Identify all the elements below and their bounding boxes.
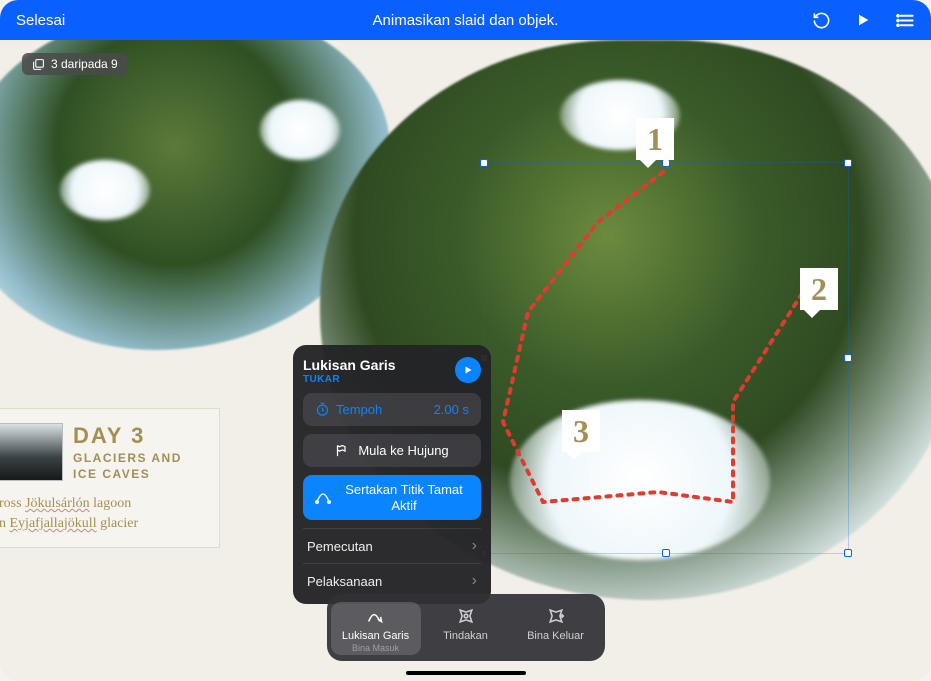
delivery-label: Pelaksanaan bbox=[307, 574, 382, 589]
flag-icon bbox=[335, 443, 350, 458]
marker-2-label: 2 bbox=[811, 271, 827, 308]
list-icon[interactable] bbox=[895, 10, 915, 30]
day-info-card[interactable]: DAY 3 GLACIERS AND ICE CAVES ross Jökuls… bbox=[0, 408, 220, 548]
glacier-nw2 bbox=[260, 100, 340, 160]
action-icon bbox=[425, 604, 507, 628]
marker-1-label: 1 bbox=[647, 121, 663, 158]
animation-name: Lukisan Garis bbox=[303, 357, 396, 373]
slide-counter-chip[interactable]: 3 daripada 9 bbox=[22, 53, 128, 75]
acceleration-label: Pemecutan bbox=[307, 539, 373, 554]
direction-row[interactable]: Mula ke Hujung bbox=[303, 434, 481, 467]
toolbar-title: Animasikan slaid dan objek. bbox=[0, 12, 931, 29]
delivery-row[interactable]: Pelaksanaan › bbox=[303, 563, 481, 598]
resize-handle-tm[interactable] bbox=[662, 159, 670, 167]
toolbar: Selesai Animasikan slaid dan objek. bbox=[0, 0, 931, 40]
day-subtitle: GLACIERS AND ICE CAVES bbox=[73, 451, 205, 482]
acceleration-row[interactable]: Pemecutan › bbox=[303, 528, 481, 563]
day-thumbnail bbox=[0, 423, 63, 481]
selection-frame[interactable] bbox=[483, 162, 849, 554]
undo-icon[interactable] bbox=[811, 10, 831, 30]
animation-inspector: Lukisan Garis TUKAR Tempoh 2.00 s Mula k… bbox=[293, 345, 491, 604]
animation-type-toolbar: Lukisan Garis Bina Masuk Tindakan Bina K… bbox=[327, 594, 605, 661]
chevron-right-icon: › bbox=[472, 572, 477, 590]
resize-handle-mr[interactable] bbox=[844, 354, 852, 362]
change-animation-button[interactable]: TUKAR bbox=[303, 374, 396, 385]
done-button[interactable]: Selesai bbox=[16, 12, 65, 29]
slide-counter-text: 3 daripada 9 bbox=[51, 57, 118, 71]
action-tab[interactable]: Tindakan bbox=[421, 602, 511, 655]
build-out-label: Bina Keluar bbox=[515, 630, 597, 642]
action-label: Tindakan bbox=[425, 630, 507, 642]
build-in-icon bbox=[335, 604, 417, 628]
build-in-label: Lukisan Garis bbox=[335, 630, 417, 642]
day-title: DAY 3 bbox=[73, 423, 205, 449]
clock-icon bbox=[315, 402, 330, 417]
build-out-tab[interactable]: Bina Keluar bbox=[511, 602, 601, 655]
build-in-tab[interactable]: Lukisan Garis Bina Masuk bbox=[331, 602, 421, 655]
resize-handle-tl[interactable] bbox=[480, 159, 488, 167]
include-endpoint-row[interactable]: Sertakan Titik Tamat Aktif bbox=[303, 475, 481, 520]
day-body-text: ross Jökulsárlón lagoon n Eyjafjallajöku… bbox=[0, 494, 205, 533]
play-icon bbox=[462, 364, 474, 376]
marker-3-label: 3 bbox=[573, 413, 589, 450]
resize-handle-br[interactable] bbox=[844, 549, 852, 557]
duration-value: 2.00 s bbox=[434, 402, 469, 417]
build-in-sublabel: Bina Masuk bbox=[335, 643, 417, 653]
home-indicator[interactable] bbox=[406, 671, 526, 675]
resize-handle-bm[interactable] bbox=[662, 549, 670, 557]
toolbar-right bbox=[811, 10, 915, 30]
map-marker-2[interactable]: 2 bbox=[800, 268, 838, 310]
include-endpoint-label: Sertakan Titik Tamat Aktif bbox=[339, 482, 469, 513]
chevron-right-icon: › bbox=[472, 537, 477, 555]
map-marker-3[interactable]: 3 bbox=[562, 410, 600, 452]
play-icon[interactable] bbox=[853, 10, 873, 30]
build-out-icon bbox=[515, 604, 597, 628]
map-marker-1[interactable]: 1 bbox=[636, 118, 674, 160]
duration-label: Tempoh bbox=[336, 402, 382, 417]
glacier-nw bbox=[60, 160, 150, 220]
direction-label: Mula ke Hujung bbox=[358, 443, 448, 458]
day-card-header: DAY 3 GLACIERS AND ICE CAVES bbox=[0, 423, 205, 482]
slides-icon bbox=[32, 58, 45, 71]
path-icon bbox=[315, 490, 331, 506]
preview-button[interactable] bbox=[455, 357, 481, 383]
resize-handle-tr[interactable] bbox=[844, 159, 852, 167]
duration-row[interactable]: Tempoh 2.00 s bbox=[303, 393, 481, 426]
